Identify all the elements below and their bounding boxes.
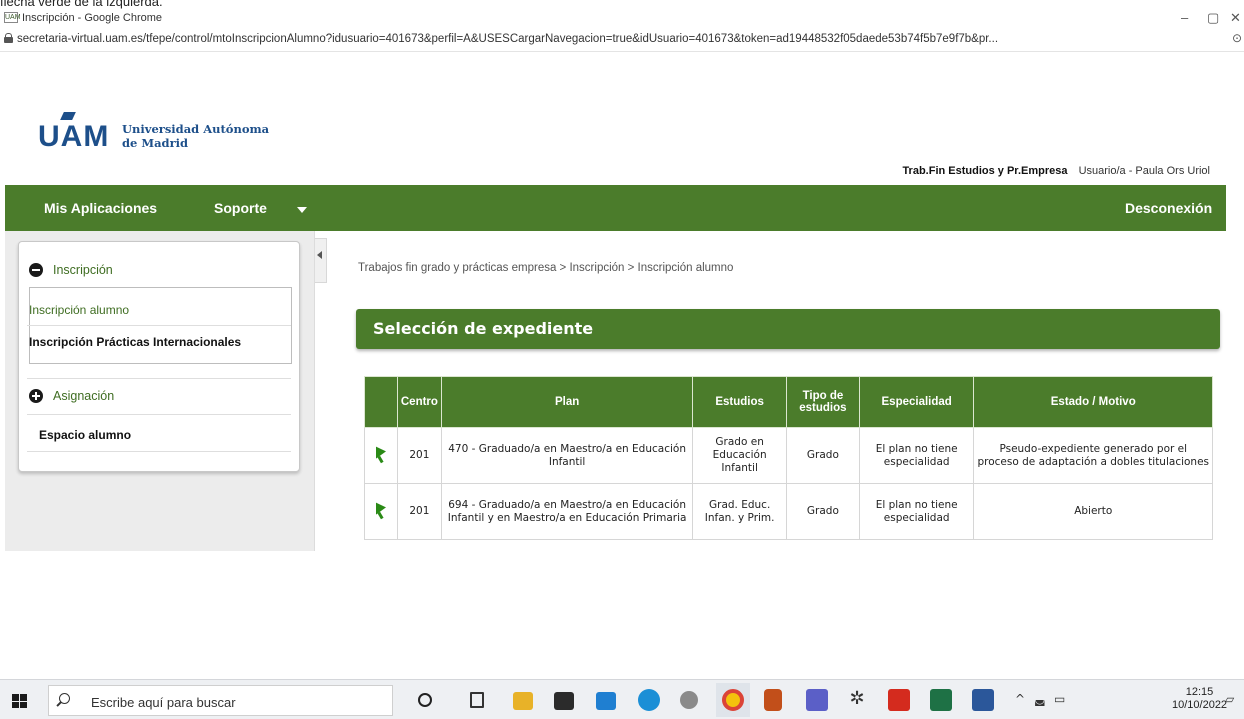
table-header-row: Centro Plan Estudios Tipo de estudios Es… <box>364 376 1213 428</box>
sidebar-collapse-tab[interactable] <box>315 238 327 283</box>
window-titlebar: UAM Inscripción - Google Chrome – ▢ ✕ <box>0 9 1244 28</box>
cell-especialidad: El plan no tiene especialidad <box>858 483 975 540</box>
sidebar-section-label: Inscripción <box>53 263 113 277</box>
sidebar-section-asignacion[interactable]: Asignación <box>29 389 114 403</box>
sidebar-item-inscripcion-alumno[interactable]: Inscripción alumno <box>29 303 129 317</box>
display-icon[interactable]: ▭ <box>1054 692 1065 706</box>
divider <box>27 451 291 452</box>
table-row[interactable]: 201 694 - Graduado/a en Maestro/a en Edu… <box>364 483 1213 540</box>
windows-start-icon[interactable] <box>12 694 27 708</box>
sidebar-item-espacio-alumno[interactable]: Espacio alumno <box>39 428 131 442</box>
select-cell[interactable] <box>364 427 398 484</box>
chrome-icon[interactable] <box>722 689 744 711</box>
cell-centro: 201 <box>396 427 442 484</box>
collapse-minus-icon <box>29 263 43 277</box>
restore-button[interactable]: ▢ <box>1207 10 1219 26</box>
cell-estudios: Grado en Educación Infantil <box>692 427 787 484</box>
logout-link[interactable]: Desconexión <box>1125 200 1212 216</box>
clock[interactable]: 12:15 10/10/2022 <box>1172 686 1227 712</box>
application-name: Trab.Fin Estudios y Pr.Empresa <box>902 165 1068 177</box>
extension-icon[interactable]: ⊙ <box>1232 31 1242 45</box>
cell-plan: 470 - Graduado/a en Maestro/a en Educaci… <box>440 427 694 484</box>
url-text[interactable]: secretaria-virtual.uam.es/tfepe/control/… <box>17 33 998 45</box>
teams-icon[interactable] <box>806 689 828 711</box>
section-title: Selección de expediente <box>373 319 594 338</box>
logo-name-line1: Universidad Autónoma <box>122 122 270 136</box>
column-header-select <box>364 376 398 428</box>
cell-tipo: Grado <box>786 483 860 540</box>
nav-mis-aplicaciones[interactable]: Mis Aplicaciones <box>44 200 157 216</box>
chevron-left-icon <box>317 251 322 259</box>
logo-accent <box>60 112 76 120</box>
minimize-button[interactable]: – <box>1181 10 1188 25</box>
close-button[interactable]: ✕ <box>1230 10 1241 26</box>
select-cell[interactable] <box>364 483 398 540</box>
chevron-up-icon[interactable]: ^ <box>1015 692 1025 706</box>
sidebar-item-practicas-internacionales[interactable]: Inscripción Prácticas Internacionales <box>29 335 241 349</box>
logo-mark: UAM <box>38 120 110 153</box>
search-placeholder: Escribe aquí para buscar <box>91 695 236 710</box>
file-explorer-icon[interactable] <box>513 692 533 710</box>
settings-gear-icon[interactable]: ✲ <box>846 688 868 710</box>
clock-time: 12:15 <box>1185 686 1214 698</box>
taskbar-search[interactable]: Escribe aquí para buscar <box>48 685 393 716</box>
breadcrumb: Trabajos fin grado y prácticas empresa >… <box>358 262 734 274</box>
window-title: Inscripción - Google Chrome <box>22 12 163 24</box>
main-navbar: Mis Aplicaciones Soporte Desconexión <box>5 185 1226 231</box>
divider <box>27 378 291 379</box>
windows-taskbar: Escribe aquí para buscar ✲ ^ ◛ ▭ 12:15 1… <box>0 679 1244 719</box>
task-view-icon[interactable] <box>470 692 484 708</box>
cell-estado: Pseudo-expediente generado por el proces… <box>973 427 1213 484</box>
cell-especialidad: El plan no tiene especialidad <box>858 427 975 484</box>
store-icon[interactable] <box>596 692 616 710</box>
lock-icon <box>4 33 13 43</box>
column-header-centro: Centro <box>396 376 442 428</box>
column-header-tipo: Tipo de estudios <box>786 376 860 428</box>
uam-favicon-icon: UAM <box>4 12 21 23</box>
nav-soporte[interactable]: Soporte <box>214 200 267 216</box>
cell-centro: 201 <box>396 483 442 540</box>
table-row[interactable]: 201 470 - Graduado/a en Maestro/a en Edu… <box>364 427 1213 484</box>
search-icon <box>59 693 70 704</box>
paint-icon[interactable] <box>680 691 698 709</box>
section-header: Selección de expediente <box>356 309 1220 349</box>
expand-plus-icon <box>29 389 43 403</box>
logo-name-line2: de Madrid <box>122 136 189 150</box>
cell-estado: Abierto <box>973 483 1213 540</box>
terminal-icon[interactable] <box>554 692 574 710</box>
clock-date: 10/10/2022 <box>1172 699 1228 711</box>
acrobat-icon[interactable] <box>888 689 910 711</box>
sidebar-section-inscripcion[interactable]: Inscripción <box>29 263 113 277</box>
column-header-estudios: Estudios <box>692 376 787 428</box>
notifications-icon[interactable]: ▱ <box>1225 692 1234 706</box>
cell-tipo: Grado <box>786 427 860 484</box>
select-arrow-icon[interactable] <box>375 505 387 519</box>
chevron-down-icon[interactable] <box>297 207 307 213</box>
expedientes-table: Centro Plan Estudios Tipo de estudios Es… <box>364 376 1213 540</box>
divider <box>27 325 291 326</box>
user-name: Usuario/a - Paula Ors Uriol <box>1078 165 1210 177</box>
cell-plan: 694 - Graduado/a en Maestro/a en Educaci… <box>440 483 694 540</box>
cell-estudios: Grad. Educ. Infan. y Prim. <box>692 483 787 540</box>
column-header-plan: Plan <box>440 376 694 428</box>
select-arrow-icon[interactable] <box>375 449 387 463</box>
sidebar-section-label: Asignación <box>53 389 115 403</box>
edge-icon[interactable] <box>638 689 660 711</box>
column-header-estado: Estado / Motivo <box>973 376 1213 428</box>
app-icon[interactable] <box>764 689 782 711</box>
sidebar-menu: Inscripción Inscripción alumno Inscripci… <box>18 241 300 472</box>
excel-icon[interactable] <box>930 689 952 711</box>
address-bar[interactable]: secretaria-virtual.uam.es/tfepe/control/… <box>0 28 1244 52</box>
cortana-icon[interactable] <box>418 693 432 707</box>
user-info: Trab.Fin Estudios y Pr.Empresa Usuario/a… <box>902 165 1210 177</box>
divider <box>27 414 291 415</box>
wifi-icon[interactable]: ◛ <box>1034 692 1046 706</box>
word-icon[interactable] <box>972 689 994 711</box>
column-header-especialidad: Especialidad <box>858 376 975 428</box>
